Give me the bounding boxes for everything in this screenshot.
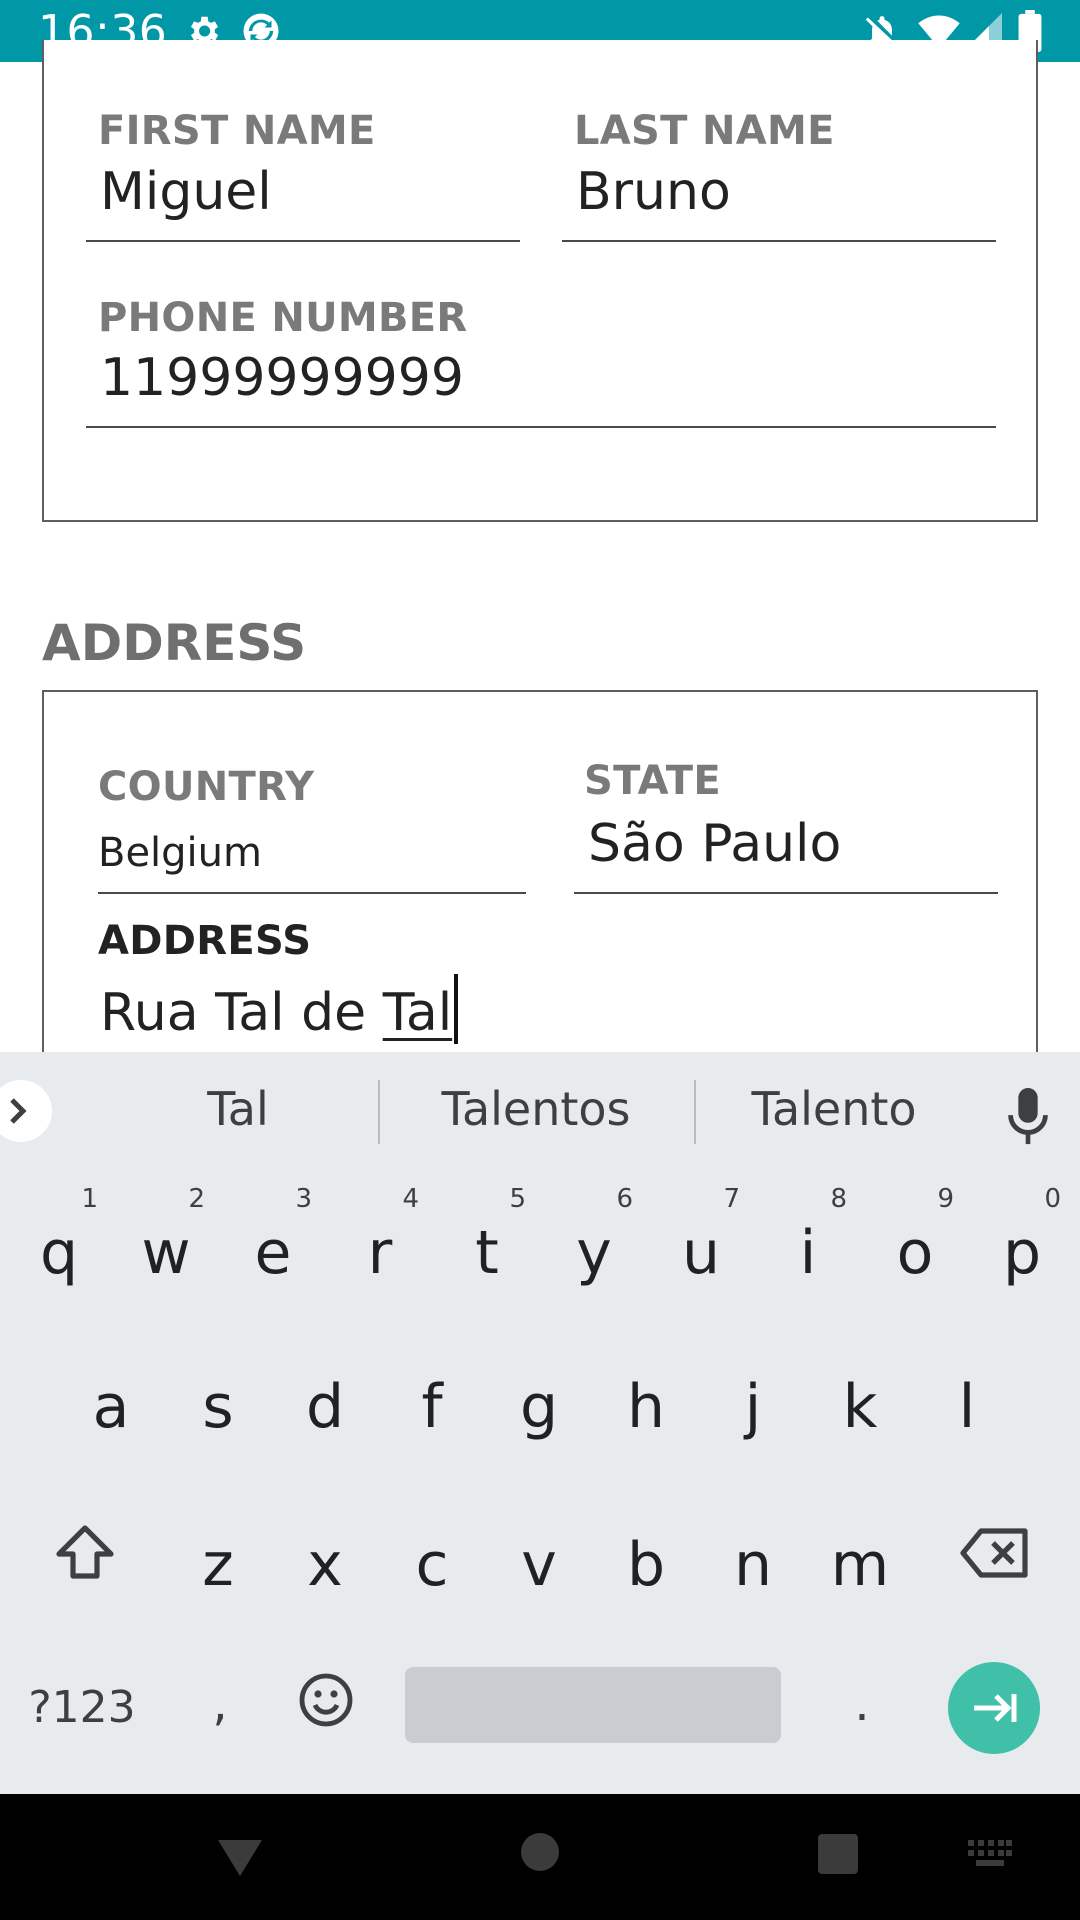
phone-number-field[interactable]: 11999999999 (100, 348, 464, 408)
country-label: COUNTRY (98, 764, 315, 810)
address-card: COUNTRY Belgium STATE São Paulo ADDRESS … (42, 690, 1038, 1070)
phone-number-underline (86, 426, 996, 428)
first-name-underline (86, 240, 520, 242)
key-k[interactable]: k (807, 1338, 913, 1478)
key-v[interactable]: v (486, 1496, 592, 1636)
state-field[interactable]: São Paulo (588, 814, 841, 874)
key-c[interactable]: c (379, 1496, 485, 1636)
shift-icon (56, 1525, 114, 1579)
microphone-icon[interactable] (1006, 1088, 1050, 1151)
home-icon[interactable] (520, 1832, 560, 1877)
key-p[interactable]: 0p (969, 1184, 1075, 1324)
suggestion-strip: Tal Talentos Talento (0, 1052, 1080, 1168)
backspace-key[interactable] (950, 1526, 1040, 1602)
space-bar[interactable] (405, 1667, 781, 1743)
address-section-title: ADDRESS (42, 614, 307, 672)
country-select[interactable]: Belgium (98, 830, 262, 876)
key-y[interactable]: 6y (541, 1184, 647, 1324)
navigation-bar (0, 1794, 1080, 1920)
period-key[interactable]: . (842, 1676, 882, 1732)
keyboard-switch-icon[interactable] (968, 1840, 1012, 1871)
state-underline (574, 892, 998, 894)
address-label: ADDRESS (98, 918, 312, 964)
phone-number-label: PHONE NUMBER (98, 295, 468, 341)
key-a[interactable]: a (58, 1338, 164, 1478)
last-name-underline (562, 240, 996, 242)
key-j[interactable]: j (700, 1338, 806, 1478)
symbols-key[interactable]: ?123 (22, 1682, 142, 1733)
address-field[interactable]: Rua Tal de Tal (100, 974, 459, 1044)
state-label: STATE (584, 758, 721, 804)
key-e[interactable]: 3e (220, 1184, 326, 1324)
key-q[interactable]: 1q (6, 1184, 112, 1324)
key-t[interactable]: 5t (434, 1184, 540, 1324)
key-l[interactable]: l (914, 1338, 1020, 1478)
suggestion-2[interactable]: Talentos (386, 1082, 686, 1136)
personal-info-card: FIRST NAME Miguel LAST NAME Bruno PHONE … (42, 40, 1038, 522)
key-n[interactable]: n (700, 1496, 806, 1636)
comma-key[interactable]: , (200, 1676, 240, 1732)
tab-next-icon (974, 1694, 1017, 1722)
country-underline (98, 892, 526, 894)
recents-icon[interactable] (818, 1834, 858, 1879)
shift-key[interactable] (40, 1522, 130, 1606)
key-u[interactable]: 7u (648, 1184, 754, 1324)
suggestion-expand-button[interactable] (0, 1080, 52, 1142)
suggestion-1[interactable]: Tal (88, 1082, 388, 1136)
key-f[interactable]: f (379, 1338, 485, 1478)
key-m[interactable]: m (807, 1496, 913, 1636)
key-o[interactable]: 9o (862, 1184, 968, 1324)
key-r[interactable]: 4r (327, 1184, 433, 1324)
key-s[interactable]: s (165, 1338, 271, 1478)
suggestion-3[interactable]: Talento (684, 1082, 984, 1136)
soft-keyboard: Tal Talentos Talento 1q 2w 3e 4r 5t 6y 7… (0, 1052, 1080, 1794)
backspace-icon (960, 1528, 1028, 1578)
next-field-button[interactable] (948, 1662, 1040, 1754)
key-h[interactable]: h (593, 1338, 699, 1478)
emoji-icon (299, 1673, 353, 1727)
suggestion-divider (378, 1080, 380, 1144)
first-name-field[interactable]: Miguel (100, 162, 272, 222)
key-b[interactable]: b (593, 1496, 699, 1636)
address-text: Rua Tal de (100, 983, 383, 1043)
last-name-label: LAST NAME (574, 108, 835, 154)
address-current-word: Tal (382, 983, 453, 1043)
last-name-field[interactable]: Bruno (576, 162, 731, 222)
text-caret (454, 974, 459, 1044)
key-d[interactable]: d (272, 1338, 378, 1478)
key-g[interactable]: g (486, 1338, 592, 1478)
first-name-label: FIRST NAME (98, 108, 376, 154)
back-icon[interactable] (214, 1836, 266, 1885)
key-z[interactable]: z (165, 1496, 271, 1636)
key-x[interactable]: x (272, 1496, 378, 1636)
key-i[interactable]: 8i (755, 1184, 861, 1324)
key-w[interactable]: 2w (113, 1184, 219, 1324)
emoji-key[interactable] (296, 1672, 356, 1732)
